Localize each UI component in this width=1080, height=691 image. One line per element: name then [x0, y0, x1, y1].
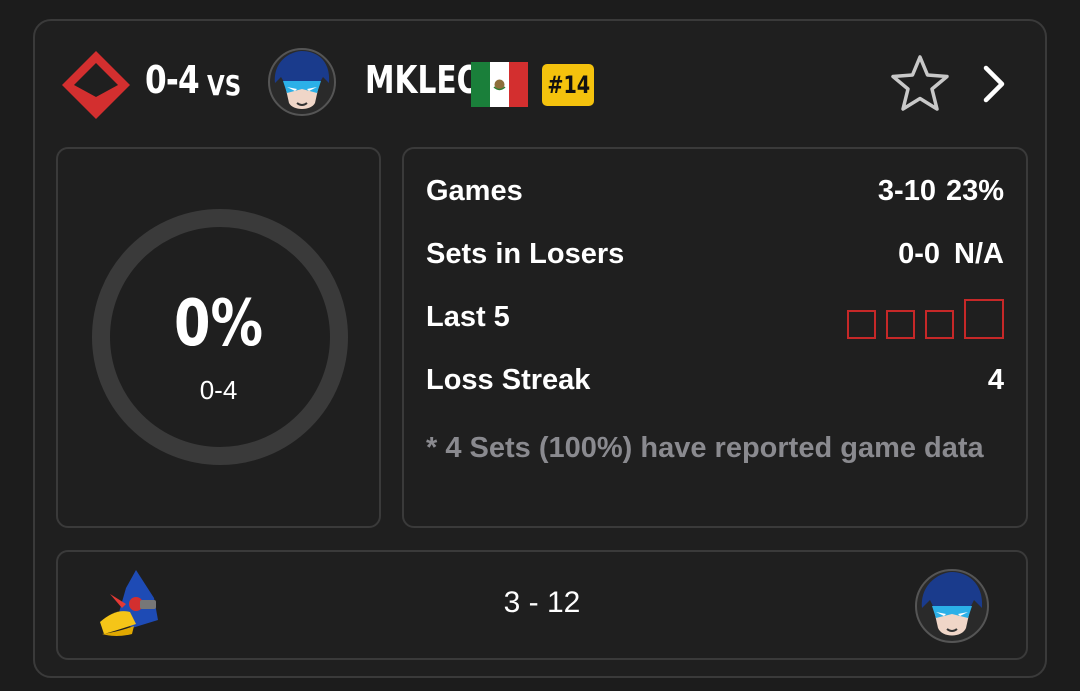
- winrate-record: 0-4: [199, 375, 238, 405]
- streak-row: Loss Streak 4: [426, 364, 1004, 404]
- streak-value: 4: [987, 364, 1004, 396]
- last5-result-loss: [964, 299, 1004, 339]
- games-record: 3-10: [877, 175, 936, 207]
- losers-row: Sets in Losers 0-0 N/A: [426, 238, 1004, 278]
- last5-result-loss: [886, 310, 915, 339]
- losers-value: 0-0 N/A: [898, 238, 1004, 271]
- character-game-score: 3 - 12: [503, 586, 581, 619]
- chevron-right-icon[interactable]: [978, 63, 1010, 105]
- losers-percent: N/A: [954, 238, 1004, 270]
- opponent-name[interactable]: MKLEO: [365, 58, 482, 102]
- mexico-flag-icon: [471, 62, 528, 107]
- opponent-avatar-icon[interactable]: [267, 47, 337, 117]
- head-to-head-record: 0-4: [145, 58, 200, 102]
- games-label: Games: [426, 175, 523, 207]
- last5-result-loss: [925, 310, 954, 339]
- streak-label: Loss Streak: [426, 364, 591, 396]
- winrate-percent: 0%: [173, 287, 264, 361]
- player-logo-icon: [62, 51, 130, 119]
- games-value: 3-10 23%: [878, 175, 1004, 208]
- last5-label: Last 5: [426, 301, 510, 333]
- games-percent: 23%: [945, 175, 1004, 207]
- character-matchup-panel: 3 - 12: [56, 550, 1028, 660]
- last5-result-loss: [847, 310, 876, 339]
- games-row: Games 3-10 23%: [426, 175, 1004, 215]
- stats-panel: Games 3-10 23% Sets in Losers 0-0 N/A Last…: [402, 147, 1028, 528]
- joker-icon: [915, 569, 989, 643]
- last5-row: Last 5: [426, 299, 1004, 341]
- rank-badge: #14: [542, 64, 594, 106]
- losers-record: 0-0: [898, 238, 941, 270]
- star-icon[interactable]: [890, 54, 950, 112]
- card-header: 0-4 VS MKLEO #14: [35, 21, 1045, 141]
- last5-results: [847, 299, 1004, 339]
- reported-data-note: * 4 Sets (100%) have reported game data: [426, 432, 984, 464]
- head-to-head-card[interactable]: 0-4 VS MKLEO #14 0% 0-4 Games 3-10 23% S…: [33, 19, 1047, 678]
- losers-label: Sets in Losers: [426, 238, 625, 270]
- vs-label: VS: [207, 69, 242, 102]
- set-winrate-panel: 0% 0-4: [56, 147, 381, 528]
